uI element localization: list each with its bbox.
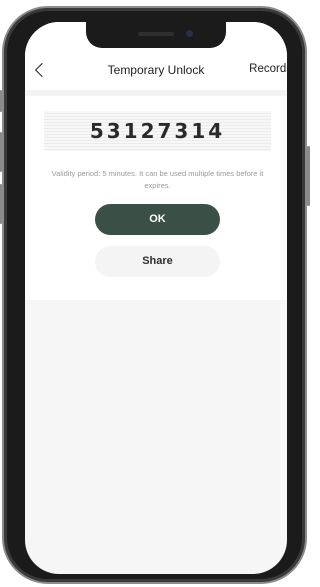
unlock-code-box: 53127314 <box>44 111 271 151</box>
camera-icon <box>186 30 193 37</box>
nav-bar: Temporary Unlock Records <box>25 57 287 85</box>
page-title: Temporary Unlock <box>107 63 205 77</box>
unlock-code: 53127314 <box>89 119 226 143</box>
app-screen: Temporary Unlock Records 53127314 Validi… <box>25 22 287 574</box>
content-card: Temporary Unlock Records 53127314 Validi… <box>25 22 287 300</box>
validity-note: Validity period: 5 minutes. It can be us… <box>51 169 264 190</box>
ok-button[interactable]: OK <box>95 204 220 235</box>
records-link[interactable]: Records <box>249 63 287 75</box>
speaker-grille <box>138 32 174 36</box>
power-button <box>307 146 310 206</box>
silent-switch <box>0 90 2 112</box>
share-button[interactable]: Share <box>95 246 220 277</box>
nav-divider <box>25 90 287 96</box>
volume-up-button <box>0 132 2 172</box>
volume-down-button <box>0 184 2 224</box>
notch <box>86 22 226 48</box>
